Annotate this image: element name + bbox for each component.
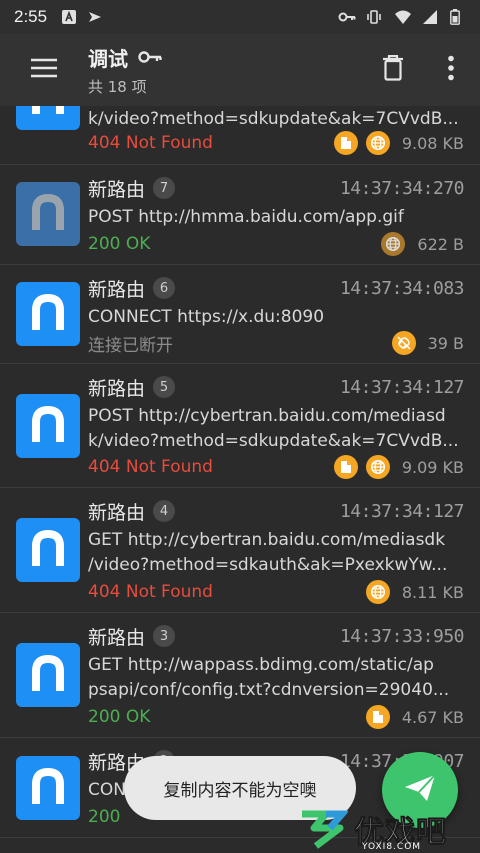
status-text: 200 [88, 807, 121, 827]
status-text: 404 Not Found [88, 457, 213, 477]
key-icon [138, 46, 162, 70]
delete-button[interactable] [364, 34, 422, 106]
status-text: 200 OK [88, 234, 151, 254]
request-name: 新路由 [88, 278, 146, 301]
list-item[interactable]: 新路由 3 14:37:33:950 GET http://wappass.bd… [0, 613, 480, 738]
list-item[interactable]: 新路由 4 14:37:34:127 GET http://cybertran.… [0, 488, 480, 613]
request-url: GET http://cybertran.baidu.com/mediasdk [88, 530, 446, 550]
request-time: 14:37:34:127 [339, 500, 465, 522]
watermark-icon [302, 810, 348, 849]
app-icon [16, 756, 80, 820]
response-size: 4.67 KB [401, 707, 464, 727]
request-name: 新路由 [88, 178, 146, 201]
request-url: CONNECT https://x.du:8090 [88, 307, 325, 327]
wifi-icon [394, 9, 411, 25]
vibrate-icon [366, 9, 382, 25]
status-text: 连接已断开 [88, 335, 173, 356]
request-time: 14:37:34:270 [339, 177, 465, 199]
more-vert-icon [447, 55, 455, 85]
app-icon [16, 106, 80, 130]
globe-icon [381, 232, 406, 256]
globe-icon [365, 580, 390, 604]
file-icon [333, 131, 358, 155]
request-url: /video?method=sdkauth&ak=PxexkwYw... [88, 555, 448, 575]
request-list: k/video?method=sdkupdate&ak=7CVvdB... 40… [0, 106, 480, 853]
request-name: 新路由 [88, 501, 146, 524]
request-url: POST http://cybertran.baidu.com/mediasd [88, 406, 446, 426]
request-index-badge: 5 [153, 376, 176, 398]
page-title: 调试 [88, 47, 128, 71]
app-bar: 调试 共 18 项 [0, 34, 480, 106]
app-icon [16, 643, 80, 707]
watermark-logo: 优戏吧 YOXI8.COM [296, 804, 480, 853]
key-icon [338, 9, 356, 25]
notification-a-icon [61, 9, 77, 25]
request-index-badge: 7 [153, 177, 176, 199]
globe-icon [365, 455, 390, 479]
status-text: 404 Not Found [88, 582, 213, 602]
response-size: 622 B [417, 234, 464, 254]
app-icon [16, 394, 80, 458]
app-icon [16, 182, 80, 246]
status-text: 200 OK [88, 707, 151, 727]
status-time: 2:55 [14, 7, 48, 26]
request-time: 14:37:33:950 [339, 625, 465, 647]
list-item[interactable]: 新路由 6 14:37:34:083 CONNECT https://x.du:… [0, 265, 480, 364]
more-options-button[interactable] [422, 34, 480, 106]
request-time: 14:37:34:127 [339, 376, 465, 398]
link-off-icon [391, 331, 416, 355]
list-item[interactable]: 新路由 5 14:37:34:127 POST http://cybertran… [0, 364, 480, 488]
request-url: GET http://wappass.bdimg.com/static/ap [88, 655, 434, 675]
request-name: 新路由 [88, 377, 146, 400]
menu-button[interactable] [0, 34, 88, 106]
list-item[interactable]: 新路由 7 14:37:34:270 POST http://hmma.baid… [0, 165, 480, 265]
app-icon [16, 518, 80, 582]
request-url: k/video?method=sdkupdate&ak=7CVvdB... [88, 109, 459, 129]
list-item[interactable]: k/video?method=sdkupdate&ak=7CVvdB... 40… [0, 106, 480, 165]
globe-icon [365, 131, 390, 155]
response-size: 39 B [427, 333, 464, 353]
request-time: 14:37:34:083 [339, 277, 465, 299]
bird-icon [87, 9, 103, 25]
request-url: psapi/conf/config.txt?cdnversion=29040..… [88, 680, 450, 700]
response-size: 9.09 KB [401, 457, 464, 477]
file-icon [365, 705, 390, 729]
response-size: 8.11 KB [401, 582, 464, 602]
status-text: 404 Not Found [88, 133, 213, 153]
trash-icon [382, 54, 404, 85]
hamburger-icon [31, 58, 57, 82]
send-icon [403, 773, 437, 807]
battery-icon [450, 9, 466, 25]
request-name: 新路由 [88, 626, 146, 649]
signal-icon [422, 9, 438, 25]
status-bar: 2:55 [0, 0, 480, 34]
response-size: 9.08 KB [401, 133, 464, 153]
app-icon [16, 282, 80, 346]
request-index-badge: 3 [153, 625, 176, 647]
file-icon [333, 455, 358, 479]
request-url: k/video?method=sdkupdate&ak=7CVvdB... [88, 431, 459, 451]
request-index-badge: 4 [153, 500, 176, 522]
watermark-url: YOXI8.COM [362, 842, 422, 852]
request-url: POST http://hmma.baidu.com/app.gif [88, 207, 404, 227]
request-index-badge: 6 [153, 277, 176, 299]
page-subtitle: 共 18 项 [88, 78, 147, 96]
